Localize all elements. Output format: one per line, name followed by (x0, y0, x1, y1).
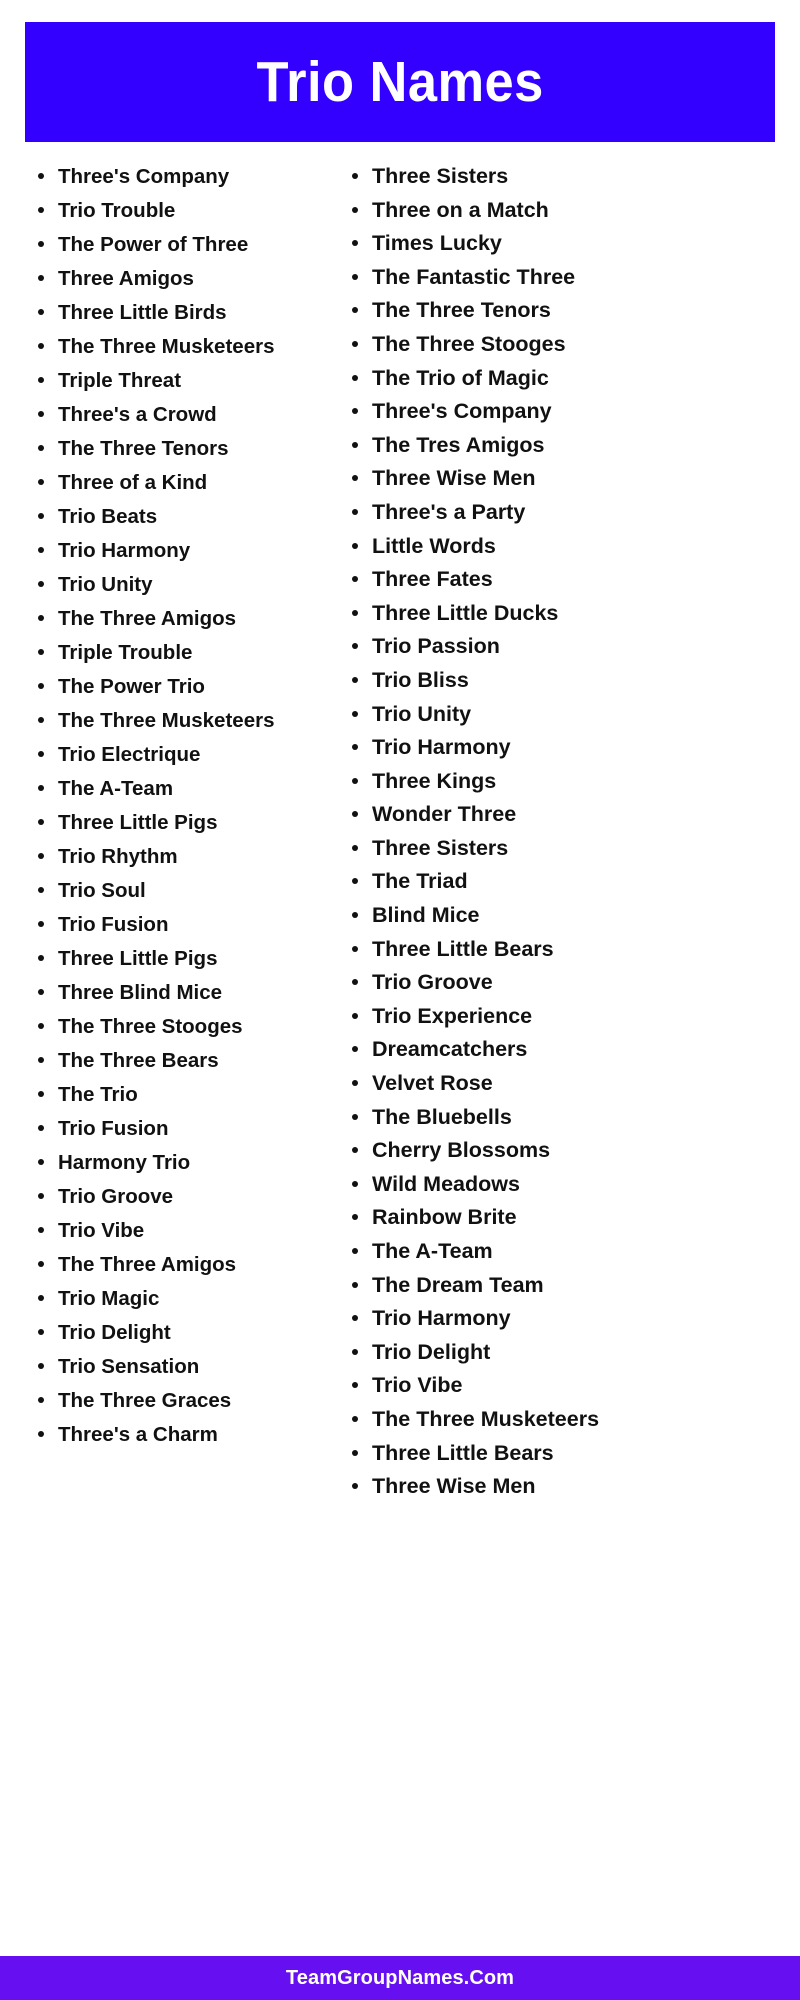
list-item: Three Little Pigs (30, 942, 298, 976)
right-column: Three Sisters Three on a Match Times Lucky… (330, 160, 800, 1504)
list-item: Wild Meadows (344, 1168, 800, 1202)
list-item: Trio Groove (30, 1180, 298, 1214)
list-item: Triple Trouble (30, 636, 298, 670)
list-item: The Fantastic Three (344, 261, 800, 295)
list-item: Trio Harmony (344, 1302, 800, 1336)
right-name-list: Three Sisters Three on a Match Times Lucky… (344, 160, 800, 1504)
list-item: The Three Musketeers (344, 1403, 800, 1437)
list-item: Three Little Bears (344, 1437, 800, 1471)
list-item: Trio Magic (30, 1282, 298, 1316)
list-item: The Three Bears (30, 1044, 298, 1078)
list-item: Triple Threat (30, 364, 298, 398)
name-columns: Three's Company Trio Trouble The Power of … (0, 142, 800, 2000)
list-item: Three Blind Mice (30, 976, 298, 1010)
list-item: Three Little Birds (30, 296, 298, 330)
list-item: Three Wise Men (344, 462, 800, 496)
list-item: Trio Fusion (30, 908, 298, 942)
left-name-list: Three's Company Trio Trouble The Power of … (30, 160, 330, 1452)
list-item: Trio Harmony (30, 534, 298, 568)
list-item: Rainbow Brite (344, 1201, 800, 1235)
list-item: Trio Harmony (344, 731, 800, 765)
list-item: Three's Company (30, 160, 298, 194)
list-item: The Three Graces (30, 1384, 298, 1418)
list-item: The Three Tenors (30, 432, 298, 466)
list-item: Harmony Trio (30, 1146, 298, 1180)
list-item: The Dream Team (344, 1269, 800, 1303)
page-title: Trio Names (256, 49, 544, 114)
list-item: Times Lucky (344, 227, 800, 261)
list-item: Three's Company (344, 395, 800, 429)
list-item: Trio Delight (30, 1316, 298, 1350)
list-item: Velvet Rose (344, 1067, 800, 1101)
list-item: The Power Trio (30, 670, 298, 704)
list-item: Trio Passion (344, 630, 800, 664)
footer-website-label: TeamGroupNames.Com (285, 1966, 515, 1989)
list-item: The Power of Three (30, 228, 298, 262)
list-item: Three on a Match (344, 194, 800, 228)
list-item: Trio Vibe (30, 1214, 298, 1248)
list-item: The Three Tenors (344, 294, 800, 328)
list-item: Trio Trouble (30, 194, 298, 228)
list-item: The Three Amigos (30, 602, 298, 636)
list-item: Wonder Three (344, 798, 800, 832)
list-item: Cherry Blossoms (344, 1134, 800, 1168)
list-item: The A-Team (30, 772, 298, 806)
list-item: Trio Beats (30, 500, 298, 534)
list-item: Trio Delight (344, 1336, 800, 1370)
list-item: Trio Vibe (344, 1369, 800, 1403)
list-item: The Trio (30, 1078, 298, 1112)
list-item: Three Sisters (344, 832, 800, 866)
list-item: Three's a Party (344, 496, 800, 530)
list-item: Three Fates (344, 563, 800, 597)
list-item: Three of a Kind (30, 466, 298, 500)
trio-names-infographic: Trio Names Three's Company Trio Trouble Th… (0, 0, 800, 2000)
list-item: Three Little Ducks (344, 597, 800, 631)
list-item: The Triad (344, 865, 800, 899)
list-item: Three Amigos (30, 262, 298, 296)
list-item: Trio Groove (344, 966, 800, 1000)
list-item: The Tres Amigos (344, 429, 800, 463)
list-item: The A-Team (344, 1235, 800, 1269)
list-item: Three's a Charm (30, 1418, 298, 1452)
list-item: The Three Stooges (30, 1010, 298, 1044)
list-item: Trio Bliss (344, 664, 800, 698)
list-item: Three Little Bears (344, 933, 800, 967)
list-item: Trio Experience (344, 1000, 800, 1034)
list-item: Dreamcatchers (344, 1033, 800, 1067)
list-item: Three Wise Men (344, 1470, 800, 1504)
list-item: Trio Soul (30, 874, 298, 908)
list-item: Blind Mice (344, 899, 800, 933)
list-item: The Three Amigos (30, 1248, 298, 1282)
list-item: Trio Fusion (30, 1112, 298, 1146)
footer-bar: TeamGroupNames.Com (0, 1956, 800, 2000)
left-column: Three's Company Trio Trouble The Power of … (0, 160, 330, 1452)
list-item: Three Kings (344, 765, 800, 799)
list-item: Trio Rhythm (30, 840, 298, 874)
list-item: Three Sisters (344, 160, 800, 194)
list-item: The Three Musketeers (30, 704, 298, 738)
list-item: The Three Musketeers (30, 330, 298, 364)
list-item: Three Little Pigs (30, 806, 298, 840)
header-banner: Trio Names (25, 22, 775, 142)
list-item: Trio Unity (344, 698, 800, 732)
list-item: The Trio of Magic (344, 362, 800, 396)
list-item: Three's a Crowd (30, 398, 298, 432)
list-item: Trio Electrique (30, 738, 298, 772)
list-item: Trio Sensation (30, 1350, 298, 1384)
list-item: Little Words (344, 530, 800, 564)
list-item: The Three Stooges (344, 328, 800, 362)
list-item: Trio Unity (30, 568, 298, 602)
list-item: The Bluebells (344, 1101, 800, 1135)
